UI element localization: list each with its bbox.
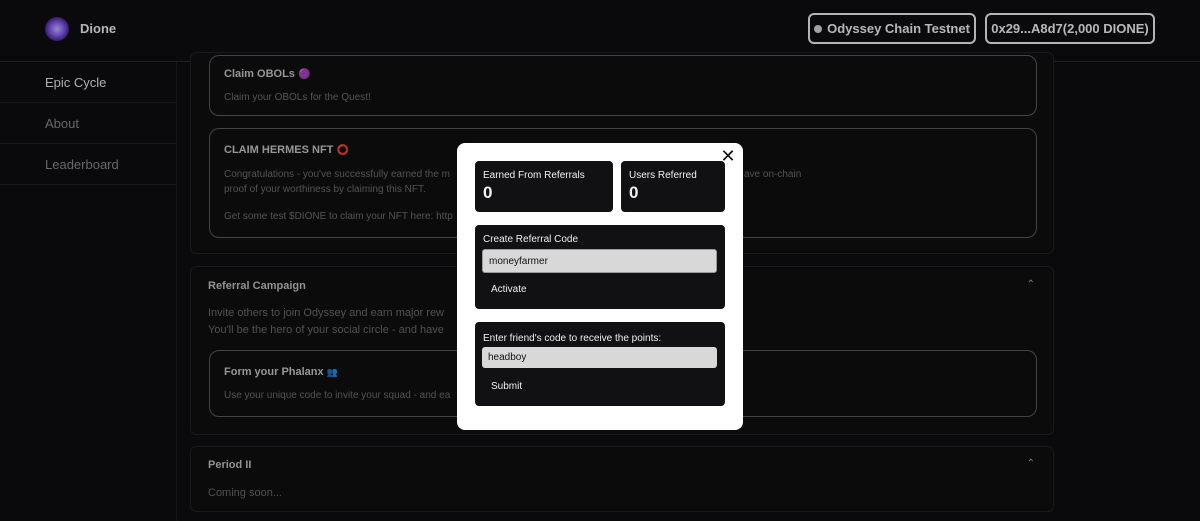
create-referral-label: Create Referral Code bbox=[483, 234, 579, 245]
users-value: 0 bbox=[629, 183, 639, 202]
users-referred-stat: Users Referred 0 bbox=[621, 161, 725, 212]
earned-label: Earned From Referrals bbox=[483, 170, 585, 181]
create-referral-box: Create Referral Code moneyfarmer Activat… bbox=[475, 225, 725, 309]
friend-code-box: Enter friend's code to receive the point… bbox=[475, 322, 725, 406]
earned-from-referrals-stat: Earned From Referrals 0 bbox=[475, 161, 613, 212]
users-label: Users Referred bbox=[629, 170, 697, 181]
referral-modal: ✕ Earned From Referrals 0 Users Referred… bbox=[457, 143, 743, 430]
earned-value: 0 bbox=[483, 183, 493, 202]
submit-button[interactable]: Submit bbox=[491, 381, 522, 392]
referral-code-input[interactable]: moneyfarmer bbox=[482, 249, 717, 273]
activate-button[interactable]: Activate bbox=[491, 284, 527, 295]
friend-code-label: Enter friend's code to receive the point… bbox=[483, 333, 662, 344]
friend-code-input[interactable]: headboy bbox=[482, 347, 717, 368]
